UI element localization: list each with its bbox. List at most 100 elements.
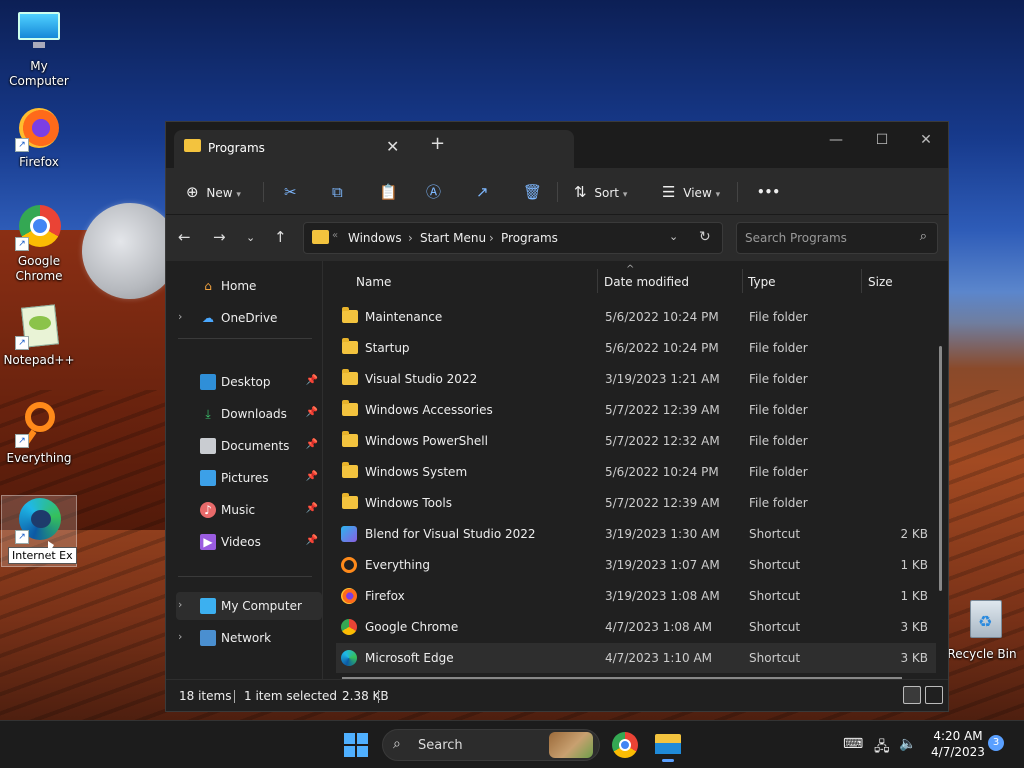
file-list: ^ Name Date modified Type Size Maintenan… — [324, 261, 948, 681]
forward-button[interactable]: → — [213, 228, 226, 246]
desktop-icon-my-computer[interactable]: My Computer — [1, 8, 77, 89]
keyboard-icon[interactable]: ⌨ — [843, 736, 863, 752]
tab-close-icon[interactable]: ✕ — [386, 137, 399, 156]
column-header-type[interactable]: Type — [748, 275, 776, 289]
nav-item-downloads[interactable]: ⤓ Downloads 📌 — [176, 400, 322, 428]
pin-icon: 📌 — [305, 439, 318, 450]
tab-programs[interactable]: Programs ✕ — [174, 130, 574, 168]
desktop-icon-firefox[interactable]: ↗ Firefox — [1, 104, 77, 170]
back-button[interactable]: ← — [178, 228, 191, 246]
new-tab-button[interactable]: + — [430, 133, 445, 154]
refresh-icon[interactable]: ↻ — [699, 229, 711, 245]
details-view-button[interactable] — [903, 686, 921, 704]
pin-icon: 📌 — [305, 375, 318, 386]
firefox-icon: ↗ — [15, 104, 63, 152]
system-clock[interactable]: 4:20 AM 4/7/2023 — [928, 728, 988, 760]
new-button[interactable]: ⊕ New ▾ — [186, 180, 241, 204]
desktop-icon-everything[interactable]: ↗ Everything — [1, 400, 77, 466]
maximize-button[interactable]: ☐ — [859, 127, 905, 157]
search-box[interactable]: Search Programs ⌕ — [736, 222, 938, 254]
copy-button[interactable]: ⧉ — [332, 180, 343, 204]
nav-item-music[interactable]: ♪ Music 📌 — [176, 496, 322, 524]
file-row[interactable]: Windows Accessories 5/7/2022 12:39 AM Fi… — [336, 395, 936, 425]
file-row[interactable]: Startup 5/6/2022 10:24 PM File folder — [336, 333, 936, 363]
videos-icon: ▶ — [200, 534, 216, 550]
start-button[interactable] — [344, 733, 368, 757]
column-divider[interactable] — [861, 269, 862, 293]
pin-icon: 📌 — [305, 407, 318, 418]
file-row[interactable]: Firefox 3/19/2023 1:08 AM Shortcut 1 KB — [336, 581, 936, 611]
recent-locations-button[interactable]: ⌄ — [246, 231, 255, 244]
file-row[interactable]: Windows System 5/6/2022 10:24 PM File fo… — [336, 457, 936, 487]
home-icon: ⌂ — [204, 279, 212, 293]
desktop-icon-notepadpp[interactable]: ↗ Notepad++ — [1, 302, 77, 368]
paste-button[interactable]: 📋 — [379, 180, 398, 204]
tiles-view-button[interactable] — [925, 686, 943, 704]
nav-item-pictures[interactable]: Pictures 📌 — [176, 464, 322, 492]
file-row[interactable]: Everything 3/19/2023 1:07 AM Shortcut 1 … — [336, 550, 936, 580]
nav-item-network[interactable]: › Network — [176, 624, 322, 652]
minimize-button[interactable]: — — [813, 127, 859, 157]
taskbar-chrome[interactable] — [609, 729, 641, 761]
clock-time: 4:20 AM — [933, 729, 983, 743]
cut-button[interactable]: ✂ — [284, 180, 297, 204]
column-header-date[interactable]: Date modified — [604, 275, 689, 289]
network-status-icon[interactable]: 🖧 — [874, 736, 890, 760]
address-row: ← → ⌄ ↑ « Windows › Start Menu › Program… — [166, 215, 948, 261]
chevron-down-icon: ▾ — [622, 190, 628, 200]
nav-item-home[interactable]: ⌂ Home — [176, 272, 322, 300]
taskbar-file-explorer[interactable] — [652, 729, 684, 762]
mouse-cursor — [48, 541, 54, 555]
search-highlight-image — [549, 732, 593, 758]
vertical-scrollbar[interactable] — [939, 346, 942, 591]
status-bar: 18 items 1 item selected 2.38 KB — [166, 679, 948, 711]
nav-item-my-computer[interactable]: › My Computer — [176, 592, 322, 620]
selection-size: 2.38 KB — [342, 689, 389, 703]
breadcrumb-start-menu[interactable]: Start Menu — [420, 231, 486, 245]
windows-logo-icon — [344, 733, 355, 744]
address-dropdown-icon[interactable]: ⌄ — [669, 230, 678, 243]
cut-icon: ✂ — [284, 183, 297, 201]
file-row[interactable]: Windows Tools 5/7/2022 12:39 AM File fol… — [336, 488, 936, 518]
column-header-name[interactable]: Name — [356, 275, 391, 289]
sort-button[interactable]: ⇅ Sort ▾ — [574, 180, 627, 204]
column-divider[interactable] — [597, 269, 598, 293]
folder-icon — [342, 400, 358, 416]
column-header-size[interactable]: Size — [868, 275, 893, 289]
desktop-icon-recycle-bin[interactable]: ♻ Recycle Bin — [944, 596, 1020, 662]
file-row[interactable]: Visual Studio 2022 3/19/2023 1:21 AM Fil… — [336, 364, 936, 394]
up-button[interactable]: ↑ — [274, 228, 287, 246]
paste-icon: 📋 — [379, 183, 398, 201]
nav-item-onedrive[interactable]: › ☁ OneDrive — [176, 304, 322, 332]
expand-chevron-icon[interactable]: › — [178, 630, 182, 643]
folder-icon — [342, 431, 358, 447]
expand-chevron-icon[interactable]: › — [178, 598, 182, 611]
nav-item-desktop[interactable]: Desktop 📌 — [176, 368, 322, 396]
nav-item-videos[interactable]: ▶ Videos 📌 — [176, 528, 322, 556]
column-divider[interactable] — [742, 269, 743, 293]
toolbar-divider — [557, 182, 558, 202]
desktop-icon-chrome[interactable]: ↗ Google Chrome — [1, 203, 77, 284]
close-button[interactable]: ✕ — [903, 127, 949, 157]
file-row[interactable]: Google Chrome 4/7/2023 1:08 AM Shortcut … — [336, 612, 936, 642]
computer-icon — [200, 598, 216, 614]
breadcrumb-programs[interactable]: Programs — [501, 231, 558, 245]
file-row-selected[interactable]: Microsoft Edge 4/7/2023 1:10 AM Shortcut… — [336, 643, 936, 673]
item-count: 18 items — [179, 689, 232, 703]
rename-button[interactable]: Ⓐ — [426, 180, 441, 204]
see-more-button[interactable]: ••• — [757, 180, 780, 204]
address-bar[interactable]: « Windows › Start Menu › Programs ⌄ ↻ — [303, 222, 723, 254]
nav-item-documents[interactable]: Documents 📌 — [176, 432, 322, 460]
view-button[interactable]: ☰ View ▾ — [662, 180, 720, 204]
delete-button[interactable]: 🗑 — [523, 180, 542, 204]
file-row[interactable]: Windows PowerShell 5/7/2022 12:32 AM Fil… — [336, 426, 936, 456]
expand-chevron-icon[interactable]: › — [178, 310, 182, 323]
volume-icon[interactable]: 🔈 — [899, 736, 916, 752]
file-row[interactable]: Blend for Visual Studio 2022 3/19/2023 1… — [336, 519, 936, 549]
file-row[interactable]: Maintenance 5/6/2022 10:24 PM File folde… — [336, 302, 936, 332]
taskbar-search[interactable]: ⌕ Search — [382, 729, 600, 761]
active-indicator — [662, 759, 674, 762]
breadcrumb-windows[interactable]: Windows — [348, 231, 402, 245]
share-button[interactable]: ↗ — [476, 180, 489, 204]
notification-badge[interactable]: 3 — [988, 735, 1004, 751]
